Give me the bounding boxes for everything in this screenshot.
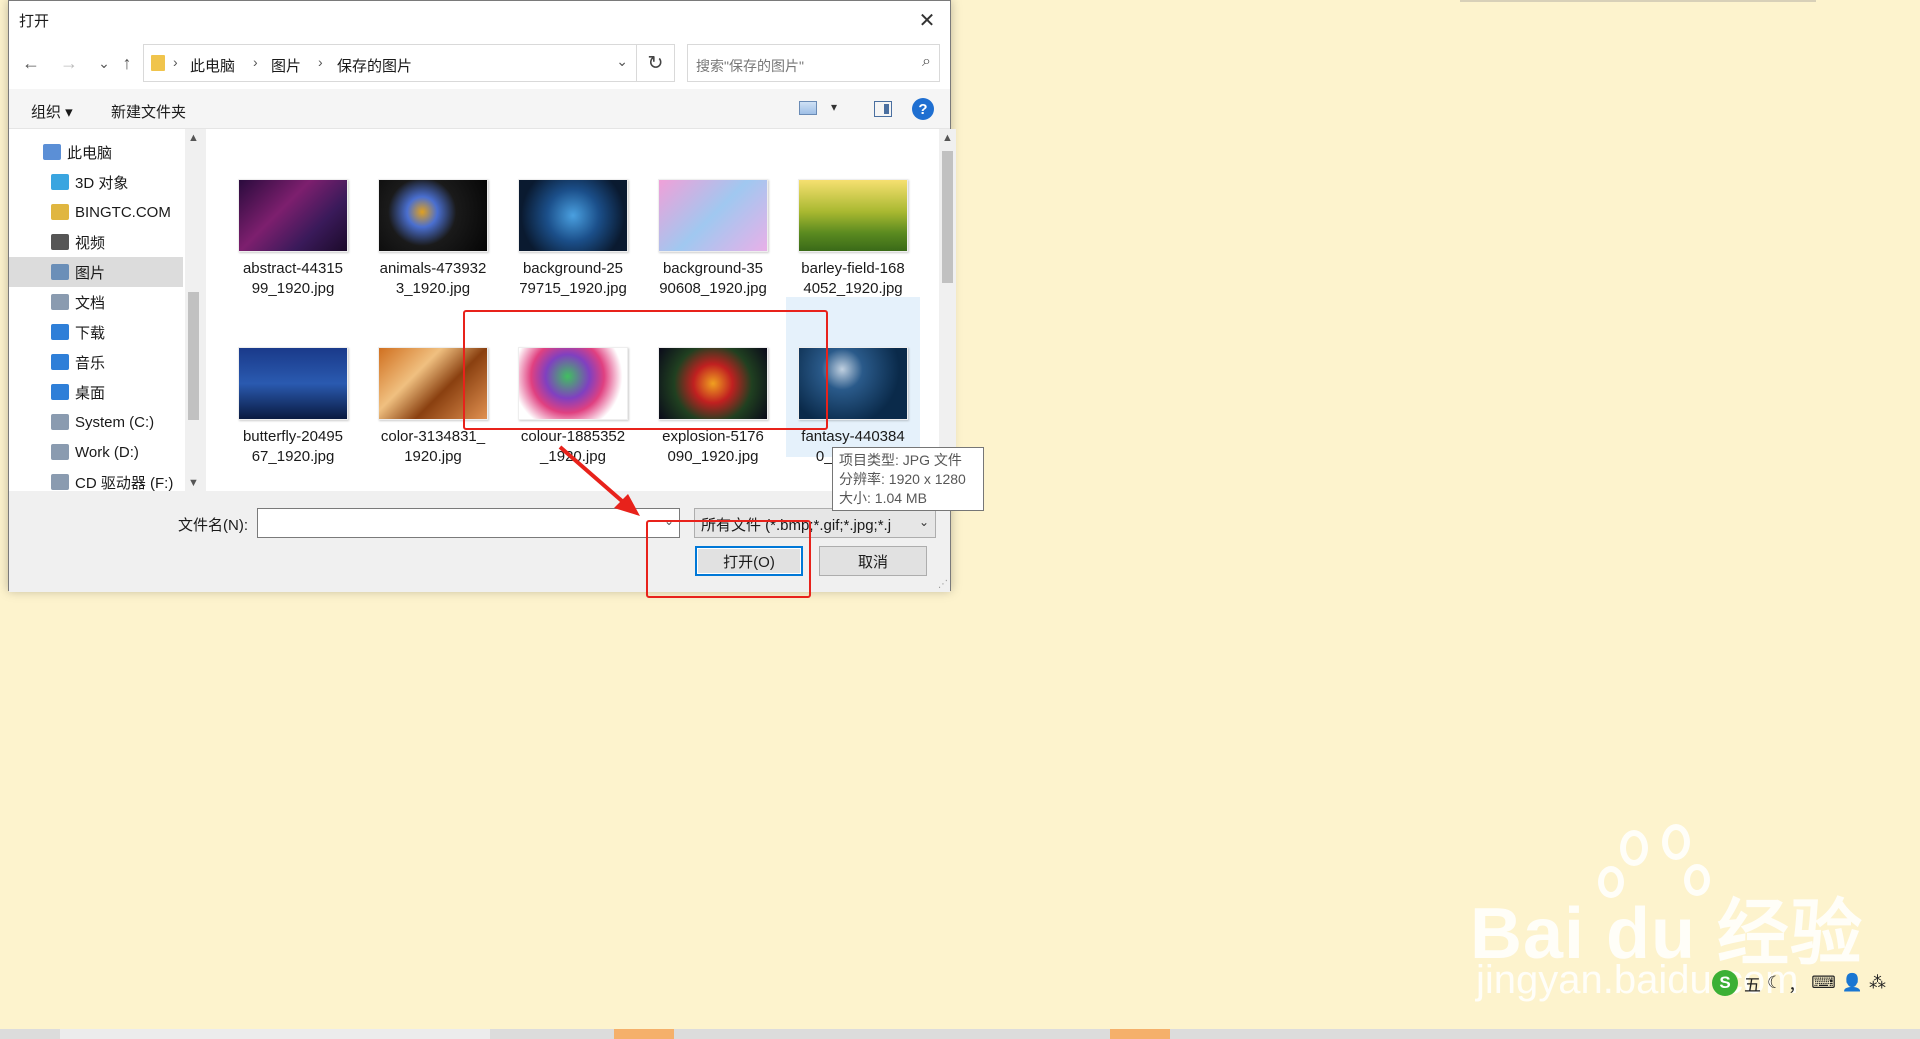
taskbar [0,1029,1920,1039]
paw-icon [1620,830,1648,866]
keyboard-icon[interactable]: ⌨ [1811,973,1836,993]
toolbox-icon[interactable]: ⁂ [1869,973,1886,993]
paw-icon [1662,824,1690,860]
ime-toolbar: S 五 ☾ ， ⌨ 👤 ⁂ [1712,968,1917,998]
ime-mode-icon[interactable]: 五 [1744,971,1761,996]
punctuation-icon[interactable]: ， [1788,971,1805,996]
user-icon[interactable]: 👤 [1842,973,1863,993]
moon-icon[interactable]: ☾ [1767,973,1782,993]
sogou-logo-icon[interactable]: S [1712,970,1738,996]
taskbar-item[interactable] [614,1029,674,1039]
taskbar-item[interactable] [1110,1029,1170,1039]
taskbar-item[interactable] [60,1029,490,1039]
